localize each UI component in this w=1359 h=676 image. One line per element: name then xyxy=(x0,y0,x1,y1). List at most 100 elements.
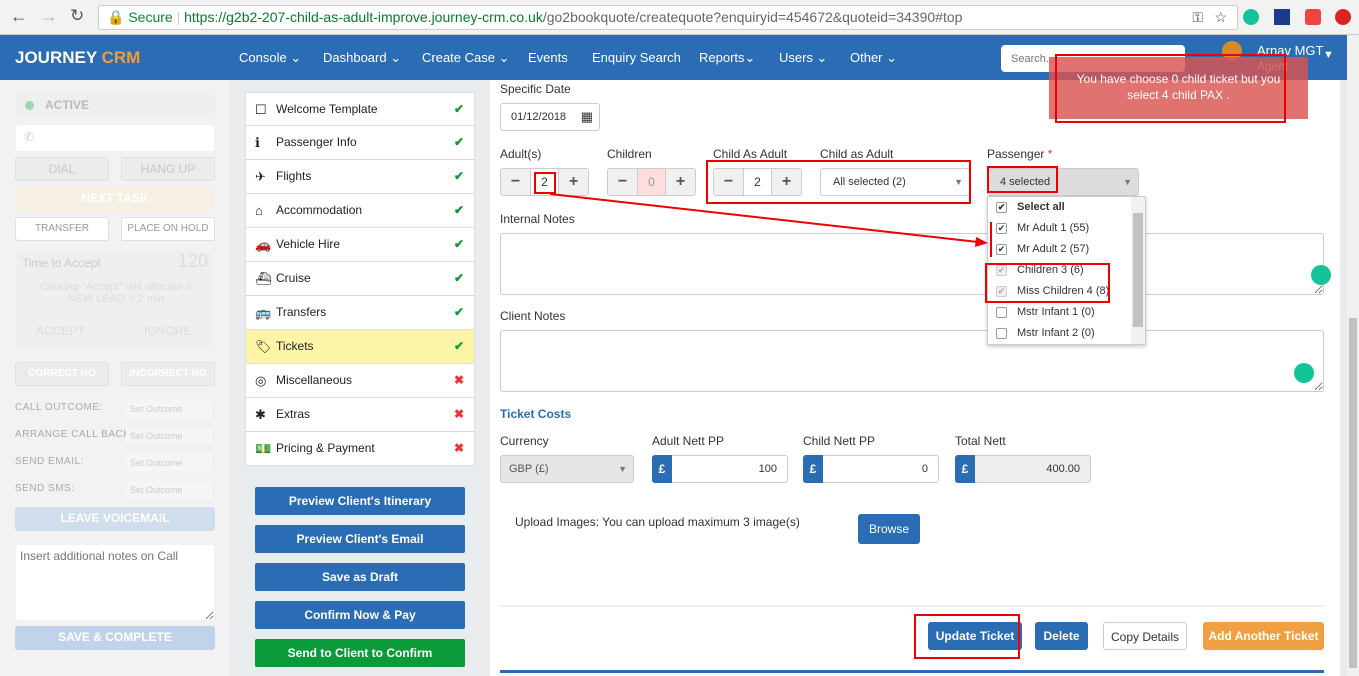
step-accommodation[interactable]: ⌂ Accommodation ✔ xyxy=(245,194,475,228)
step-extras[interactable]: ✱ Extras ✖ xyxy=(245,398,475,432)
adults-stepper[interactable]: −2 + xyxy=(500,168,589,196)
step-miscellaneous[interactable]: ◎ Miscellaneous ✖ xyxy=(245,364,475,398)
checkbox[interactable]: ✔ xyxy=(996,223,1007,234)
step-passenger-info[interactable]: ℹ Passenger Info ✔ xyxy=(245,126,475,160)
update-ticket-button[interactable]: Update Ticket xyxy=(928,622,1022,650)
next-task-button[interactable]: NEXT TASK xyxy=(15,187,215,211)
passenger-option[interactable]: ✔ Mr Adult 1 (55) xyxy=(988,218,1145,239)
accept-button[interactable]: ACCEPT xyxy=(36,324,85,338)
internal-notes-textarea[interactable] xyxy=(500,233,1324,295)
minus-icon[interactable]: − xyxy=(714,169,743,195)
passenger-select[interactable]: 4 selected ▼ xyxy=(987,168,1139,196)
call-outcome-select[interactable]: Set Outcome xyxy=(126,400,212,418)
hold-button[interactable]: PLACE ON HOLD xyxy=(121,217,215,241)
step-cruise[interactable]: ⛴ Cruise ✔ xyxy=(245,262,475,296)
passenger-option[interactable]: ✔ Select all xyxy=(988,197,1145,218)
nav-events[interactable]: Events xyxy=(528,35,568,80)
currency-select[interactable]: GBP (£) ▼ xyxy=(500,455,634,483)
nav-enquiry-search[interactable]: Enquiry Search xyxy=(592,35,681,80)
nav-create-case[interactable]: Create Case ⌄ xyxy=(422,35,509,80)
passenger-option[interactable]: Mstr Infant 1 (0) xyxy=(988,302,1145,323)
grammarly-icon[interactable] xyxy=(1311,265,1331,285)
nav-dashboard[interactable]: Dashboard ⌄ xyxy=(323,35,401,80)
minus-icon[interactable]: − xyxy=(608,169,637,195)
grammarly-extension-icon[interactable] xyxy=(1243,9,1259,25)
page-scrollbar[interactable] xyxy=(1347,35,1359,676)
nav-other[interactable]: Other ⌄ xyxy=(850,35,897,80)
reload-icon[interactable]: ↻ xyxy=(70,6,84,26)
send-email-select[interactable]: Set Outcome xyxy=(126,454,212,472)
transfer-button[interactable]: TRANSFER xyxy=(15,217,109,241)
dropdown-scrollbar[interactable] xyxy=(1131,197,1145,344)
star-icon[interactable]: ☆ xyxy=(1214,6,1227,29)
child-as-adult-select[interactable]: All selected (2) ▼ xyxy=(820,168,970,196)
add-another-ticket-button[interactable]: Add Another Ticket xyxy=(1203,622,1324,650)
checkbox[interactable] xyxy=(996,328,1007,339)
checkbox[interactable]: ✔ xyxy=(996,202,1007,213)
avatar[interactable] xyxy=(1222,41,1242,61)
child-nett-input[interactable]: 0 xyxy=(803,455,939,483)
incorrect-number-button[interactable]: INCORRECT NO xyxy=(121,362,215,386)
delete-button[interactable]: Delete xyxy=(1035,622,1088,650)
search-input[interactable] xyxy=(1001,45,1185,72)
children-value[interactable]: 0 xyxy=(637,169,666,195)
back-icon[interactable]: ← xyxy=(10,6,28,27)
passenger-option[interactable]: ✔ Children 3 (6) xyxy=(988,260,1145,281)
calendar-icon[interactable]: ▦ xyxy=(581,104,593,130)
news-extension-icon[interactable] xyxy=(1274,9,1290,25)
upload-extension-icon[interactable] xyxy=(1335,9,1351,25)
adults-value[interactable]: 2 xyxy=(530,169,559,195)
preview-email-button[interactable]: Preview Client's Email xyxy=(255,525,465,553)
save-complete-button[interactable]: SAVE & COMPLETE xyxy=(15,626,215,650)
address-bar[interactable]: 🔒 Secure | https://g2b2-207-child-as-adu… xyxy=(98,5,1238,30)
save-draft-button[interactable]: Save as Draft xyxy=(255,563,465,591)
send-to-client-button[interactable]: Send to Client to Confirm xyxy=(255,639,465,667)
passenger-option[interactable]: Mstr Infant 2 (0) xyxy=(988,323,1145,344)
grammarly-icon[interactable] xyxy=(1294,363,1314,383)
key-icon[interactable]: ⚿ xyxy=(1192,6,1203,29)
hang-up-button[interactable]: HANG UP xyxy=(121,157,215,181)
plus-icon[interactable]: + xyxy=(666,169,695,195)
nav-console[interactable]: Console ⌄ xyxy=(239,35,301,80)
step-flights[interactable]: ✈ Flights ✔ xyxy=(245,160,475,194)
forward-icon[interactable]: → xyxy=(40,6,58,27)
preview-itinerary-button[interactable]: Preview Client's Itinerary xyxy=(255,487,465,515)
step-welcome-template[interactable]: ☐ Welcome Template ✔ xyxy=(245,92,475,126)
step-vehicle-hire[interactable]: 🚗 Vehicle Hire ✔ xyxy=(245,228,475,262)
step-transfers[interactable]: 🚌 Transfers ✔ xyxy=(245,296,475,330)
adult-nett-input[interactable]: 100 xyxy=(652,455,788,483)
checkbox[interactable]: ✔ xyxy=(996,286,1007,297)
checkbox[interactable] xyxy=(996,307,1007,318)
phone-input[interactable]: ✆ xyxy=(16,125,214,151)
confirm-pay-button[interactable]: Confirm Now & Pay xyxy=(255,601,465,629)
ignore-button[interactable]: IGNORE xyxy=(144,324,191,338)
plus-icon[interactable]: + xyxy=(559,169,588,195)
user-menu-caret-icon[interactable]: ▼ xyxy=(1323,49,1334,61)
leave-voicemail-button[interactable]: LEAVE VOICEMAIL xyxy=(15,507,215,531)
checkbox[interactable]: ✔ xyxy=(996,244,1007,255)
passenger-option[interactable]: ✔ Mr Adult 2 (57) xyxy=(988,239,1145,260)
children-stepper[interactable]: −0 + xyxy=(607,168,696,196)
minus-icon[interactable]: − xyxy=(501,169,530,195)
child-as-adult-value[interactable]: 2 xyxy=(743,169,772,195)
logo[interactable]: JOURNEY CRM xyxy=(15,35,140,80)
step-tickets[interactable]: 🏷 Tickets ✔ xyxy=(245,330,475,364)
copy-details-button[interactable]: Copy Details xyxy=(1103,622,1187,650)
child-as-adult-stepper[interactable]: −2 + xyxy=(713,168,802,196)
browse-button[interactable]: Browse xyxy=(858,514,920,544)
send-sms-select[interactable]: Set Outcome xyxy=(126,481,212,499)
step-pricing-payment[interactable]: 💵 Pricing & Payment ✖ xyxy=(245,432,475,466)
dial-button[interactable]: DIAL xyxy=(15,157,109,181)
passenger-option[interactable]: ✔ Miss Children 4 (8) xyxy=(988,281,1145,302)
extension-icon[interactable] xyxy=(1305,9,1321,25)
callback-select[interactable]: Set Outcome xyxy=(126,427,212,445)
specific-date-input[interactable]: 01/12/2018 ▦ xyxy=(500,103,600,131)
nav-users[interactable]: Users ⌄ xyxy=(779,35,827,80)
correct-number-button[interactable]: CORRECT NO xyxy=(15,362,109,386)
checkbox[interactable]: ✔ xyxy=(996,265,1007,276)
nav-reports[interactable]: Reports⌄ xyxy=(699,35,755,80)
user-name[interactable]: Arnav MGT xyxy=(1257,43,1323,58)
plus-icon[interactable]: + xyxy=(772,169,801,195)
call-notes-textarea[interactable] xyxy=(16,545,214,620)
client-notes-textarea[interactable] xyxy=(500,330,1324,392)
